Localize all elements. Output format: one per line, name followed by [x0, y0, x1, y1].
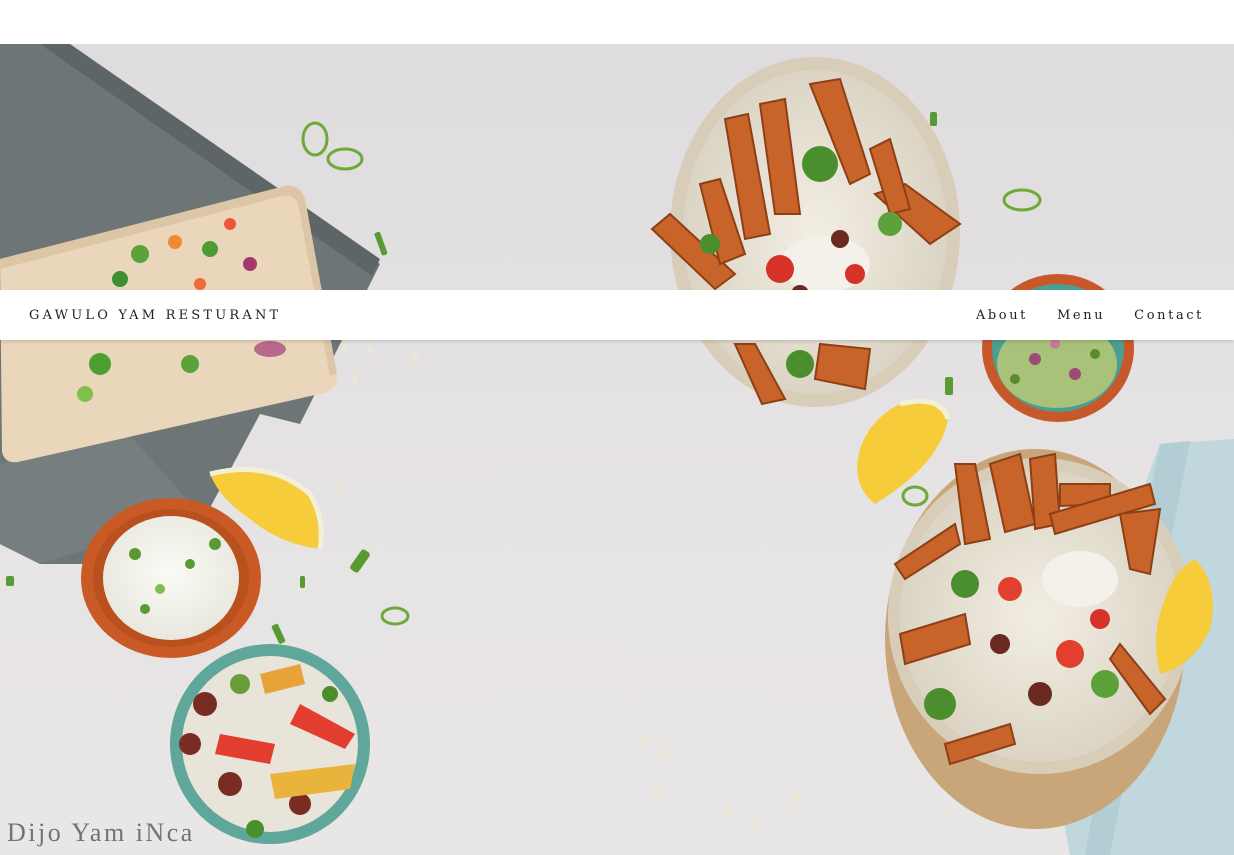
page: GAWULO YAM RESTURANT About Menu Contact …: [0, 0, 1234, 855]
signature-watermark: Dijo Yam iNca: [7, 818, 195, 847]
hero-food-photo: [0, 44, 1234, 855]
brand-logo-link[interactable]: GAWULO YAM RESTURANT: [29, 308, 281, 323]
lemon-wedge-right: [857, 398, 951, 504]
sour-cream-bowl: [81, 498, 261, 658]
fries-bowl-top: [650, 57, 962, 407]
nav-links: About Menu Contact: [976, 308, 1204, 323]
sunflower-seeds: [337, 342, 800, 831]
bean-salad-bowl: [170, 644, 370, 844]
nav-link-menu[interactable]: Menu: [1057, 308, 1105, 323]
nav-link-about[interactable]: About: [976, 308, 1028, 323]
food-flatlay-illustration: [0, 44, 1234, 855]
nav-link-contact[interactable]: Contact: [1134, 308, 1204, 323]
top-navbar: GAWULO YAM RESTURANT About Menu Contact: [0, 290, 1234, 340]
